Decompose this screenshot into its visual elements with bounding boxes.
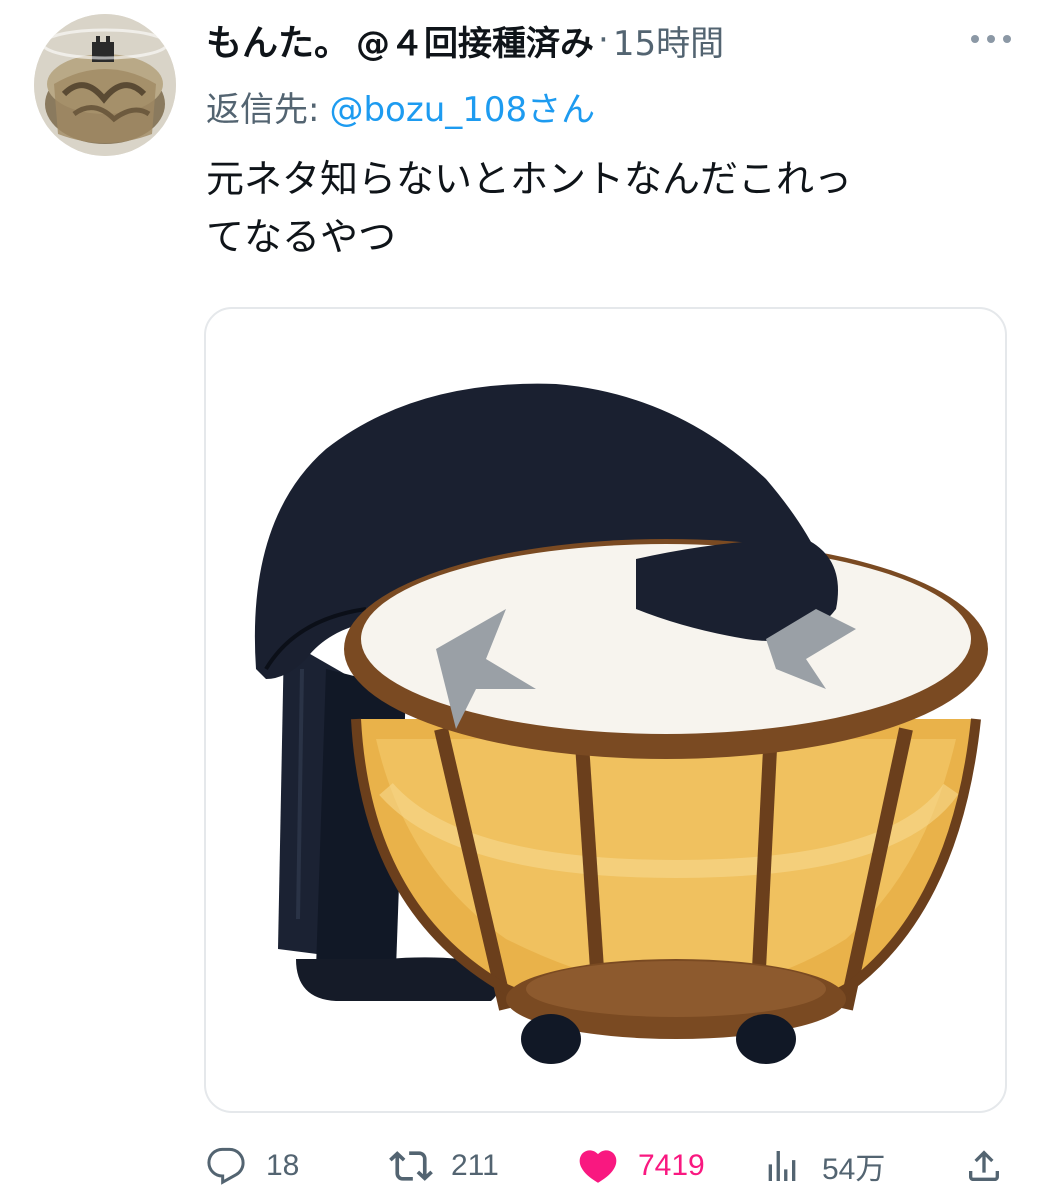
tweet-actions: 18 211 7419 54万 [204, 1138, 1004, 1194]
user-handle[interactable]: @４回接種済み [356, 16, 594, 65]
share-button[interactable] [962, 1138, 1006, 1194]
display-name[interactable]: もんた。 [206, 14, 350, 66]
timpani-illustration [254, 383, 988, 1064]
retweet-button[interactable]: 211 [389, 1138, 499, 1194]
retweet-count: 211 [451, 1149, 499, 1182]
reply-target-link[interactable]: @bozu_108さん [329, 82, 595, 131]
reply-button[interactable]: 18 [204, 1138, 299, 1194]
heart-icon [576, 1144, 620, 1188]
views-button[interactable]: 54万 [760, 1138, 885, 1194]
views-chart-icon [760, 1144, 804, 1188]
tweet-media-image[interactable] [204, 307, 1007, 1113]
tweet-text-line: てなるやつ [206, 215, 397, 259]
avatar[interactable] [34, 14, 176, 156]
views-count: 54万 [822, 1153, 886, 1186]
share-icon [962, 1144, 1006, 1188]
tweet-text-line: 元ネタ知らないとホントなんだこれっ [206, 157, 853, 201]
reply-count: 18 [266, 1149, 300, 1182]
tweet-header: もんた。 @４回接種済み · 15時間 [206, 10, 1016, 70]
retweet-icon [389, 1144, 433, 1188]
like-count: 7419 [638, 1149, 705, 1182]
like-button[interactable]: 7419 [576, 1138, 705, 1194]
timestamp[interactable]: 15時間 [613, 16, 724, 65]
tweet-text: 元ネタ知らないとホントなんだこれっ てなるやつ [206, 150, 1006, 266]
reply-label: 返信先: [206, 89, 320, 130]
separator-dot: · [598, 20, 609, 60]
reply-context: 返信先: @bozu_108さん [206, 80, 595, 132]
reply-icon [204, 1144, 248, 1188]
more-dots-icon[interactable] [966, 24, 1016, 54]
